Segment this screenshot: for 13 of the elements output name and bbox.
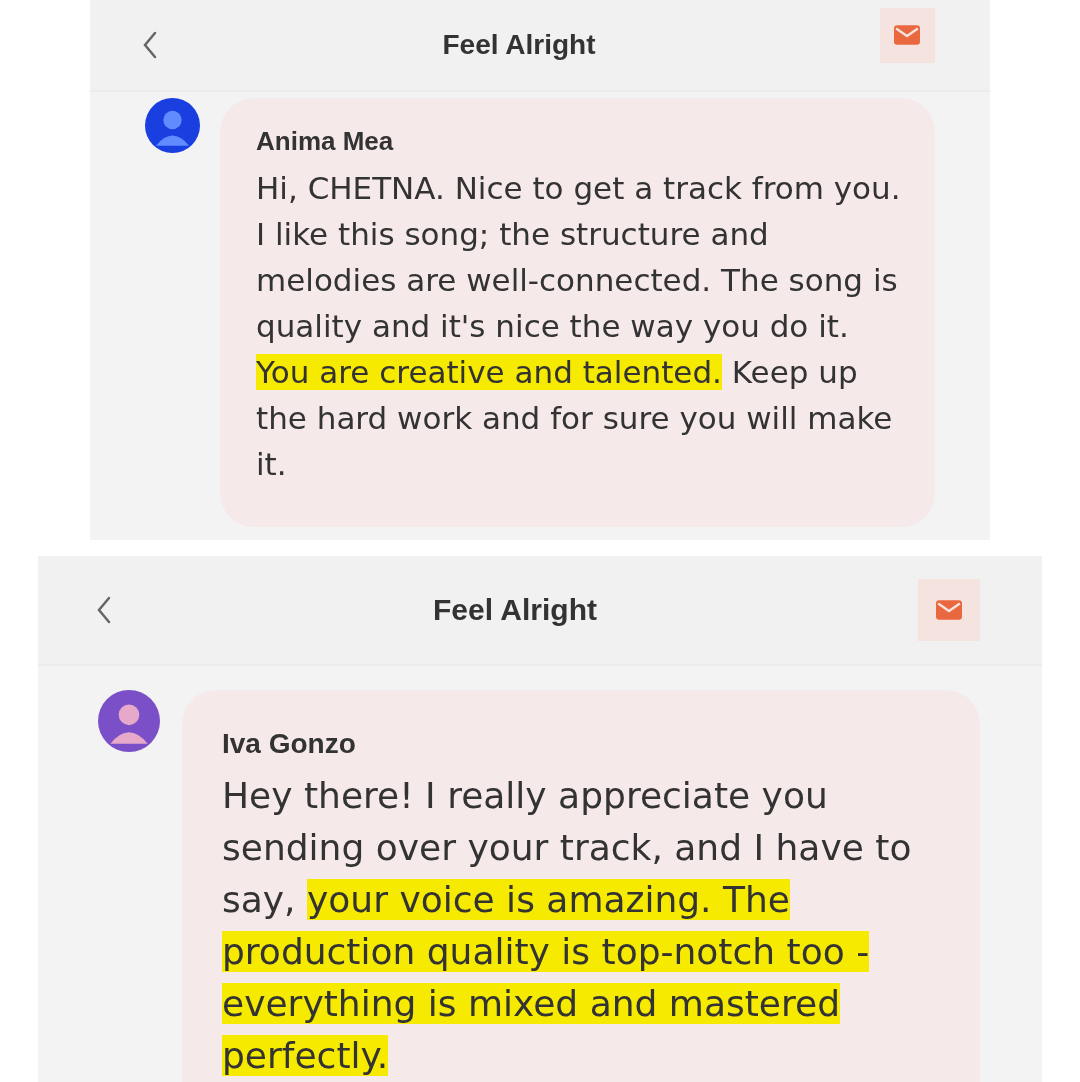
mail-button[interactable] xyxy=(918,579,980,641)
sender-name: Anima Mea xyxy=(256,126,395,157)
screen-title: Feel Alright xyxy=(433,593,597,627)
screen-title: Feel Alright xyxy=(442,29,596,61)
avatar xyxy=(145,98,200,153)
mail-icon xyxy=(894,25,921,45)
mail-icon xyxy=(936,600,962,620)
message-text: Hi, CHETNA. Nice to get a track from you. I like this song; the structure and melodies are well-connected. The song is quality and it's nice the way you do it. You are creative and talented. Keep up the hard work and for sure you will make it. xyxy=(256,169,902,484)
avatar xyxy=(98,690,160,752)
back-icon[interactable] xyxy=(142,31,158,59)
mail-button[interactable] xyxy=(880,7,935,63)
sender-name: Iva Gonzo xyxy=(222,728,357,760)
back-icon[interactable] xyxy=(96,596,112,624)
